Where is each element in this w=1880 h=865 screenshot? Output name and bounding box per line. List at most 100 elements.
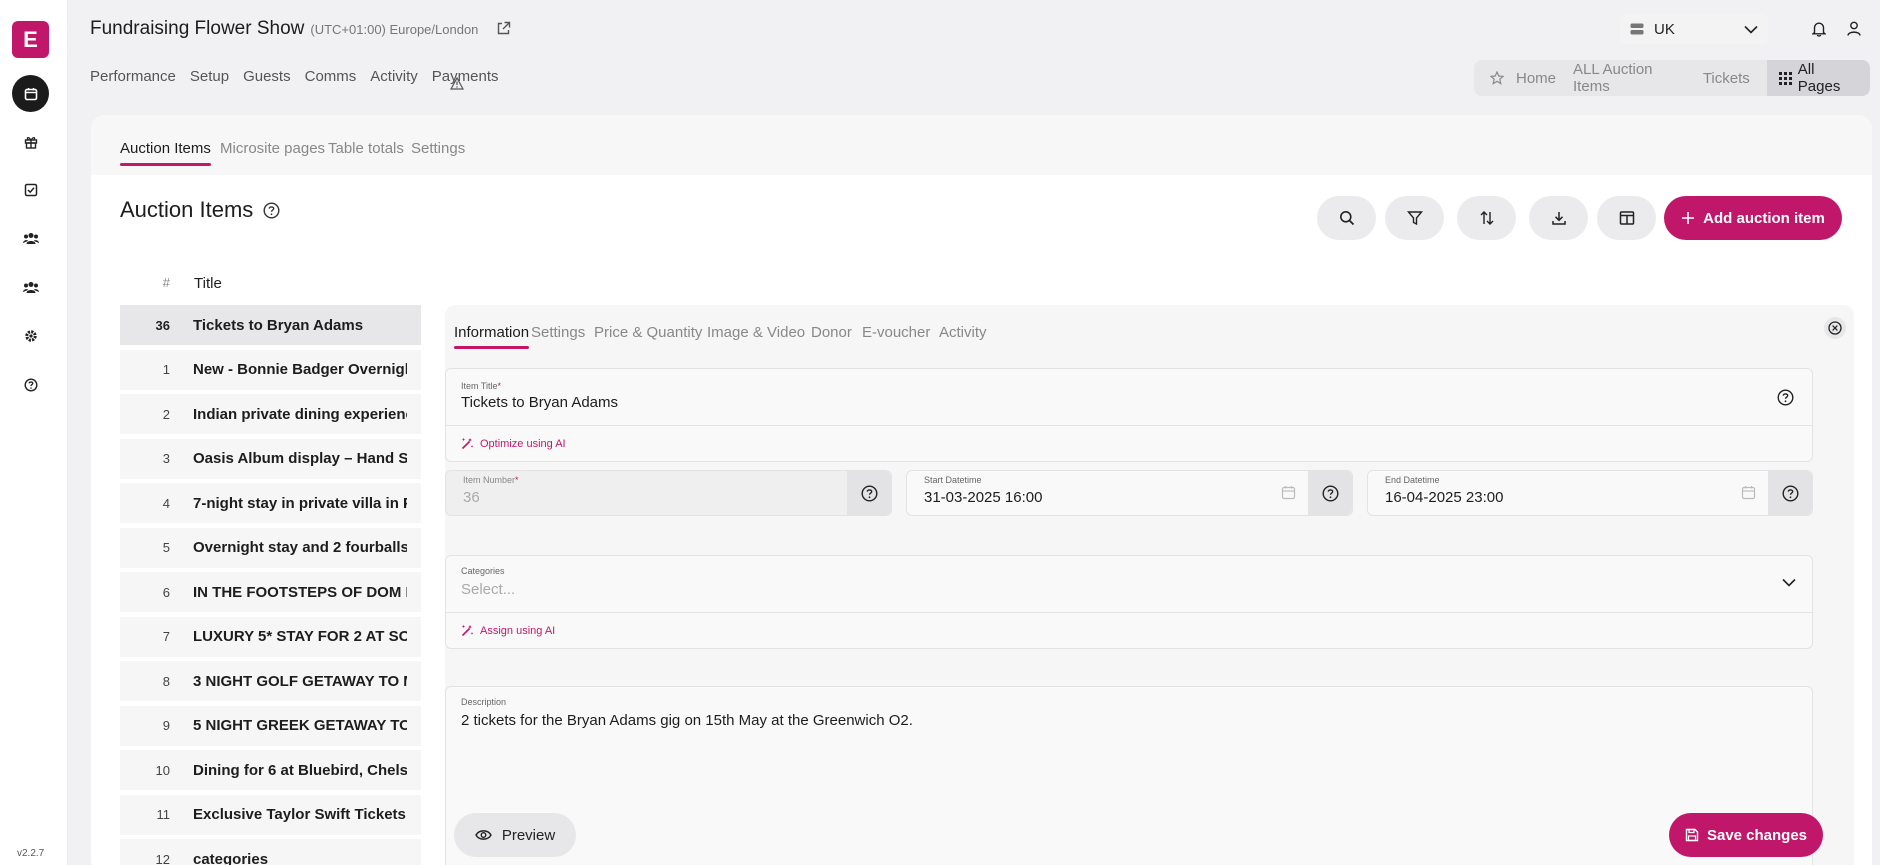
magic-wand-icon	[461, 624, 474, 637]
list-item[interactable]: 10 Dining for 6 at Bluebird, Chelsea	[120, 750, 421, 790]
start-datetime-help[interactable]	[1308, 471, 1352, 515]
list-item[interactable]: 2 Indian private dining experience...	[120, 394, 421, 434]
download-button[interactable]	[1529, 196, 1588, 240]
list-item-number: 8	[162, 673, 170, 689]
list-item[interactable]: 11 Exclusive Taylor Swift Tickets fo...	[120, 794, 421, 835]
list-item-title: LUXURY 5* STAY FOR 2 AT SO...	[193, 628, 407, 645]
nav-performance[interactable]: Performance	[90, 68, 176, 98]
detail-tab-settings[interactable]: Settings	[531, 324, 585, 341]
item-number-field: Item Number* 36	[445, 470, 892, 516]
preview-button[interactable]: Preview	[454, 813, 576, 857]
list-item[interactable]: 12 categories	[120, 839, 421, 865]
optimize-ai-link[interactable]: Optimize using AI	[461, 437, 566, 450]
app-logo[interactable]: E	[12, 21, 49, 58]
list-header: # Title	[121, 275, 421, 292]
list-item[interactable]: 8 3 NIGHT GOLF GETAWAY TO M...	[120, 661, 421, 701]
item-number-label: Item Number*	[463, 475, 519, 485]
calendar-icon[interactable]	[12, 75, 49, 112]
list-item-number: 2	[162, 406, 170, 422]
list-item[interactable]: 4 7-night stay in private villa in Pr...	[120, 483, 421, 523]
filter-icon	[1406, 210, 1423, 226]
nav-setup[interactable]: Setup	[190, 68, 229, 98]
tab-auction-items[interactable]: Auction Items	[120, 140, 211, 166]
region-value: UK	[1654, 20, 1675, 38]
end-datetime-field: End Datetime 16-04-2025 23:00	[1367, 470, 1813, 516]
detail-tab-donor[interactable]: Donor	[811, 324, 852, 341]
gift-icon[interactable]	[12, 123, 49, 160]
list-item[interactable]: 7 LUXURY 5* STAY FOR 2 AT SO...	[120, 616, 421, 657]
help-circle-icon[interactable]	[263, 201, 280, 219]
bell-icon[interactable]	[1812, 21, 1826, 37]
sort-button[interactable]	[1457, 196, 1516, 240]
nav-comms[interactable]: Comms	[305, 68, 357, 98]
group-icon[interactable]	[12, 268, 49, 305]
quick-nav: Home ALL Auction Items Tickets All Pages	[1474, 60, 1870, 96]
checklist-icon[interactable]	[12, 171, 49, 208]
star-icon[interactable]	[1490, 71, 1504, 85]
save-changes-button[interactable]: Save changes	[1669, 813, 1823, 857]
main-panel: Auction Items Microsite pages Table tota…	[91, 115, 1872, 865]
end-datetime-label: End Datetime	[1385, 475, 1440, 485]
server-icon	[1630, 23, 1644, 35]
categories-field: Categories Select... Assign using AI	[445, 555, 1813, 649]
end-datetime-help[interactable]	[1768, 471, 1812, 515]
list-item[interactable]: 9 5 NIGHT GREEK GETAWAY TO ...	[120, 705, 421, 746]
grid-icon	[1778, 71, 1792, 85]
quick-nav-all-auction-items[interactable]: ALL Auction Items	[1573, 61, 1686, 95]
list-header-title[interactable]: Title	[194, 275, 222, 292]
page-title: Auction Items	[120, 197, 254, 222]
user-icon[interactable]	[1847, 21, 1861, 36]
categories-select[interactable]: Select...	[461, 581, 515, 598]
close-icon[interactable]	[1824, 317, 1846, 339]
tab-table-totals[interactable]: Table totals	[328, 140, 404, 157]
preview-label: Preview	[501, 826, 556, 844]
item-title-input[interactable]: Tickets to Bryan Adams	[461, 394, 618, 411]
divider	[446, 425, 1812, 426]
list-item[interactable]: 6 IN THE FOOTSTEPS OF DOM P...	[120, 572, 421, 612]
gear-icon[interactable]	[12, 317, 49, 354]
list-item[interactable]: 5 Overnight stay and 2 fourballs a...	[120, 527, 421, 568]
description-textarea[interactable]: 2 tickets for the Bryan Adams gig on 15t…	[461, 712, 913, 729]
calendar-icon[interactable]	[1741, 485, 1756, 500]
list-item[interactable]: 36 Tickets to Bryan Adams	[120, 305, 421, 345]
help-icon[interactable]	[12, 366, 49, 403]
assign-ai-link[interactable]: Assign using AI	[461, 624, 555, 637]
start-datetime-input[interactable]: 31-03-2025 16:00	[924, 489, 1042, 506]
detail-tab-activity[interactable]: Activity	[939, 324, 987, 341]
detail-tab-image-video[interactable]: Image & Video	[707, 324, 805, 341]
nav-activity[interactable]: Activity	[370, 68, 418, 98]
tab-settings[interactable]: Settings	[411, 140, 465, 157]
external-link-icon[interactable]	[496, 21, 511, 36]
calendar-icon[interactable]	[1281, 485, 1296, 500]
filter-button[interactable]	[1385, 196, 1444, 240]
divider	[446, 612, 1812, 613]
item-number-help[interactable]	[847, 471, 891, 515]
quick-nav-home[interactable]: Home	[1516, 70, 1556, 87]
help-circle-icon	[1781, 484, 1799, 502]
nav-guests[interactable]: Guests	[243, 68, 291, 98]
help-circle-icon[interactable]	[1777, 389, 1794, 406]
chevron-down-icon[interactable]	[1782, 578, 1796, 587]
region-select[interactable]: UK	[1620, 14, 1768, 44]
save-icon	[1685, 828, 1699, 842]
list-item[interactable]: 3 Oasis Album display – Hand Sig...	[120, 438, 421, 479]
quick-nav-tickets[interactable]: Tickets	[1703, 70, 1750, 87]
detail-tab-price-quantity[interactable]: Price & Quantity	[594, 324, 702, 341]
add-auction-item-button[interactable]: Add auction item	[1664, 196, 1842, 240]
list-item[interactable]: 1 New - Bonnie Badger Overnight ...	[120, 349, 421, 390]
list-item-number: 4	[162, 495, 170, 511]
assign-ai-label: Assign using AI	[480, 624, 556, 637]
search-button[interactable]	[1317, 196, 1376, 240]
users-icon[interactable]	[12, 219, 49, 256]
columns-button[interactable]	[1597, 196, 1656, 240]
nav-payments[interactable]: Payments	[432, 68, 499, 98]
detail-tab-e-voucher[interactable]: E-voucher	[862, 324, 930, 341]
list-item-number: 9	[162, 718, 170, 733]
list-item-title: 5 NIGHT GREEK GETAWAY TO ...	[193, 717, 407, 734]
all-pages-button[interactable]: All Pages	[1766, 60, 1870, 96]
detail-tab-information[interactable]: Information	[454, 324, 530, 349]
list-item-title: 7-night stay in private villa in Pr...	[193, 494, 407, 512]
tab-microsite-pages[interactable]: Microsite pages	[220, 140, 325, 157]
page-title-row: Auction Items	[120, 197, 280, 223]
end-datetime-input[interactable]: 16-04-2025 23:00	[1385, 489, 1503, 506]
